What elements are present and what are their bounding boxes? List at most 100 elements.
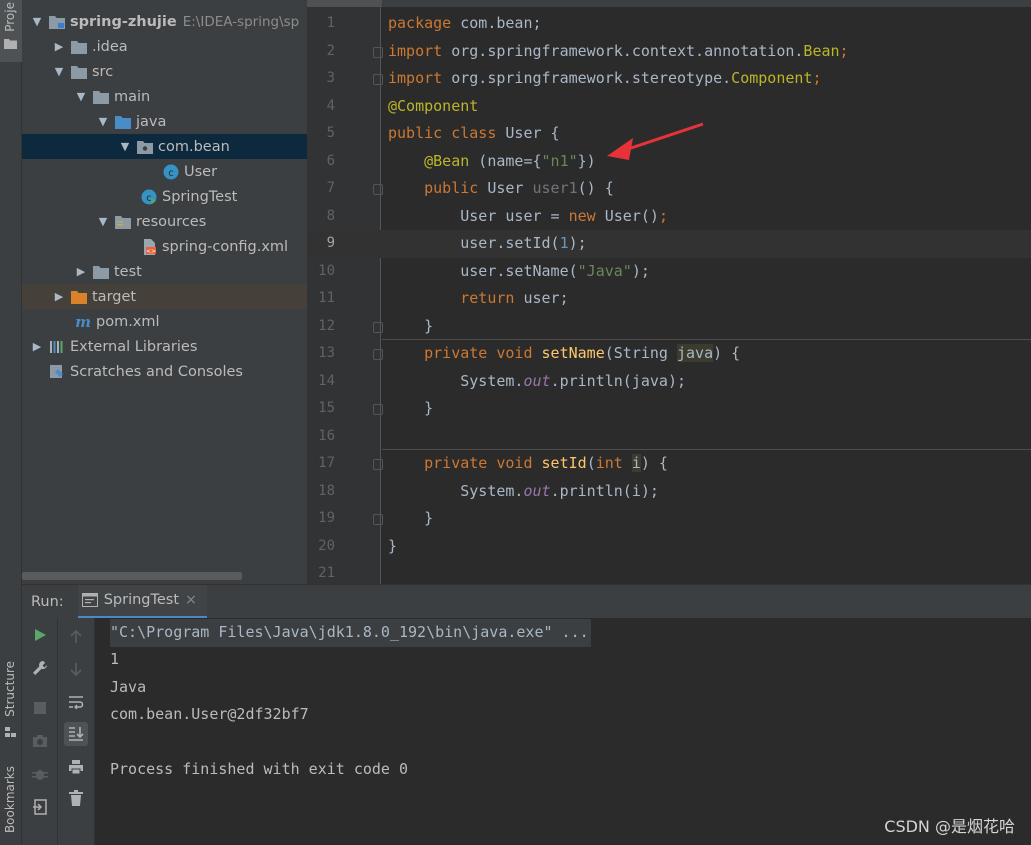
fold-marker-icon[interactable] — [373, 349, 383, 360]
parameter: i — [631, 454, 641, 472]
code-line: 13 private void setName(String java) { — [307, 340, 1031, 368]
tree-item-src[interactable]: ▼ src — [22, 59, 307, 84]
fold-marker-icon[interactable] — [373, 514, 383, 525]
tree-item-java[interactable]: ▼ java — [22, 109, 307, 134]
scratches-icon — [48, 363, 66, 381]
tree-item-label: SpringTest — [162, 188, 238, 205]
code-text: user; — [514, 289, 569, 307]
static-field: out — [523, 481, 551, 500]
code-line: 19 } — [307, 505, 1031, 533]
code-text: user.setName( — [460, 261, 578, 280]
tree-item-label: Scratches and Consoles — [70, 363, 243, 380]
tree-item-resources[interactable]: ▼ resources — [22, 209, 307, 234]
code-line: 20 } — [307, 533, 1031, 561]
chevron-down-icon[interactable]: ▼ — [52, 65, 66, 78]
run-panel-header: Run: SpringTest × — [22, 584, 1031, 619]
svg-text:c: c — [168, 168, 174, 179]
code-text: System. — [460, 371, 524, 390]
structure-tab-label: Structure — [3, 661, 17, 717]
code-editor[interactable]: 1 package com.bean; 2 import org.springf… — [307, 0, 1031, 584]
code-text: ); — [631, 261, 650, 280]
settings-button[interactable] — [28, 656, 52, 680]
keyword: new — [568, 206, 596, 225]
dump-threads-button[interactable] — [28, 729, 52, 753]
chevron-right-icon[interactable]: ▶ — [74, 265, 88, 278]
module-folder-icon — [48, 13, 66, 31]
horizontal-scrollbar[interactable] — [22, 572, 242, 580]
java-runnable-class-icon: c — [140, 188, 158, 206]
bookmarks-tab-label: Bookmarks — [3, 766, 17, 834]
code-line: 11 return user; — [307, 285, 1031, 313]
code-line: 17 private void setId(int i) { — [307, 450, 1031, 478]
tree-item-spring-config[interactable]: <> spring-config.xml — [22, 234, 307, 259]
chevron-down-icon[interactable]: ▼ — [118, 140, 132, 153]
stop-button[interactable] — [28, 696, 52, 720]
excluded-folder-icon — [70, 288, 88, 306]
console-icon — [81, 593, 98, 607]
structure-tool-tab[interactable]: Structure — [0, 655, 22, 745]
line-number: 15 — [318, 400, 335, 416]
chevron-down-icon[interactable]: ▼ — [30, 15, 44, 28]
fold-marker-icon[interactable] — [373, 321, 383, 333]
clear-all-button[interactable] — [64, 786, 88, 810]
fold-marker-icon[interactable] — [373, 404, 383, 415]
tree-item-pom[interactable]: m pom.xml — [22, 309, 307, 334]
chevron-down-icon[interactable]: ▼ — [96, 215, 110, 228]
print-button[interactable] — [64, 755, 88, 779]
resources-folder-icon — [114, 213, 132, 231]
line-number: 21 — [318, 565, 335, 581]
tree-item-com-bean[interactable]: ▼ com.bean — [22, 134, 307, 159]
project-tool-tab[interactable]: Proje — [0, 0, 22, 62]
chevron-down-icon[interactable]: ▼ — [74, 90, 88, 103]
project-root-name: spring-zhujie — [70, 13, 177, 30]
scroll-up-button[interactable] — [64, 625, 88, 649]
code-text: ) { — [713, 344, 741, 362]
rerun-button[interactable] — [28, 623, 52, 647]
method-name: setId — [541, 454, 587, 472]
scroll-to-end-button[interactable] — [64, 722, 88, 746]
left-tool-strip: Proje Structure Bookmarks — [0, 0, 22, 845]
package-icon — [136, 138, 154, 156]
folder-icon — [70, 63, 88, 81]
code-line: 8 User user = new User(); — [307, 203, 1031, 231]
tree-item-test[interactable]: ▶ test — [22, 259, 307, 284]
run-tab-springtest[interactable]: SpringTest × — [77, 584, 207, 619]
project-panel: ▼ spring-zhujie E:\IDEA-spring\sp ▶ .ide… — [22, 0, 307, 584]
chevron-right-icon[interactable]: ▶ — [52, 290, 66, 303]
tree-item-springtest[interactable]: c SpringTest — [22, 184, 307, 209]
tree-item-user[interactable]: c User — [22, 159, 307, 184]
tree-item-target[interactable]: ▶ target — [22, 284, 307, 309]
chevron-down-icon[interactable]: ▼ — [96, 115, 110, 128]
chevron-right-icon[interactable]: ▶ — [52, 40, 66, 53]
bookmarks-tool-tab[interactable]: Bookmarks — [0, 760, 22, 845]
tree-item-external-libraries[interactable]: ▶ External Libraries — [22, 334, 307, 359]
tree-item-idea[interactable]: ▶ .idea — [22, 34, 307, 59]
line-number: 16 — [318, 427, 335, 444]
keyword: private void — [424, 344, 533, 362]
camera-icon — [33, 735, 47, 747]
tree-item-label: resources — [136, 213, 207, 230]
run-toolbar-secondary — [58, 618, 95, 845]
console-output[interactable]: "C:\Program Files\Java\jdk1.8.0_192\bin\… — [95, 618, 1031, 845]
exit-icon — [33, 799, 47, 815]
exit-button[interactable] — [28, 795, 52, 819]
scroll-down-button[interactable] — [64, 657, 88, 681]
debug-button[interactable] — [28, 762, 52, 786]
tree-item-label: test — [114, 263, 142, 280]
line-number: 11 — [318, 290, 335, 306]
folder-icon — [70, 38, 88, 56]
tree-item-label: pom.xml — [96, 313, 160, 330]
code-text: User user = — [460, 206, 569, 225]
fold-marker-icon[interactable] — [373, 459, 383, 470]
close-icon[interactable]: × — [185, 592, 197, 608]
tree-item-scratches[interactable]: Scratches and Consoles — [22, 359, 307, 384]
soft-wrap-button[interactable] — [64, 690, 88, 714]
code-text: } — [388, 536, 398, 555]
chevron-right-icon[interactable]: ▶ — [30, 340, 44, 353]
tree-item-main[interactable]: ▼ main — [22, 84, 307, 109]
parameter: java — [677, 344, 714, 362]
tree-root[interactable]: ▼ spring-zhujie E:\IDEA-spring\sp — [22, 9, 307, 34]
